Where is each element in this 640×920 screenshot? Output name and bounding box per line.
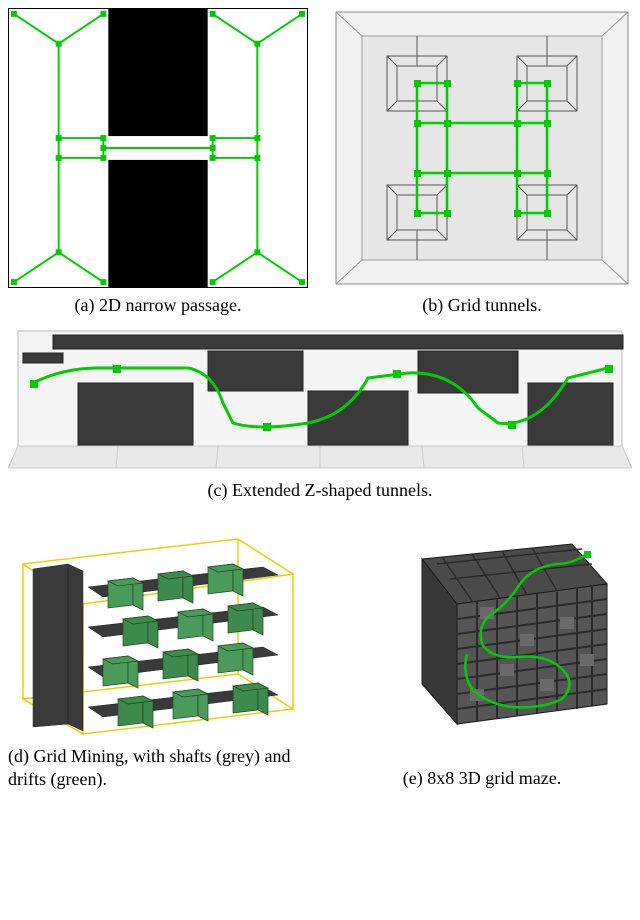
subfig-d: (d) Grid Mining, with shafts (grey) and … bbox=[8, 509, 308, 792]
subfig-e: (e) 8x8 3D grid maze. bbox=[332, 509, 632, 792]
svg-z-tunnels bbox=[8, 323, 632, 473]
caption-a: (a) 2D narrow passage. bbox=[75, 294, 242, 317]
panel-e-3d-maze bbox=[332, 509, 632, 739]
subfig-a: (a) 2D narrow passage. bbox=[8, 8, 308, 317]
row-3: (d) Grid Mining, with shafts (grey) and … bbox=[8, 509, 632, 792]
panel-b-grid-tunnels bbox=[332, 8, 632, 288]
svg-3d-maze bbox=[332, 509, 632, 739]
subfig-c: (c) Extended Z-shaped tunnels. bbox=[8, 323, 632, 502]
svg-grid-mining bbox=[8, 509, 308, 739]
caption-c: (c) Extended Z-shaped tunnels. bbox=[208, 479, 433, 502]
panel-d-grid-mining bbox=[8, 509, 308, 739]
caption-d: (d) Grid Mining, with shafts (grey) and … bbox=[8, 745, 308, 792]
caption-b: (b) Grid tunnels. bbox=[422, 294, 541, 317]
panel-c-z-tunnels bbox=[8, 323, 632, 473]
figure-composite: (a) 2D narrow passage. bbox=[8, 8, 632, 792]
subfig-b: (b) Grid tunnels. bbox=[332, 8, 632, 317]
svg-2d-narrow-passage bbox=[9, 8, 307, 288]
row-1: (a) 2D narrow passage. bbox=[8, 8, 632, 317]
caption-e: (e) 8x8 3D grid maze. bbox=[403, 767, 561, 790]
panel-a-2d-narrow-passage bbox=[8, 8, 308, 288]
svg-grid-tunnels bbox=[332, 8, 632, 288]
